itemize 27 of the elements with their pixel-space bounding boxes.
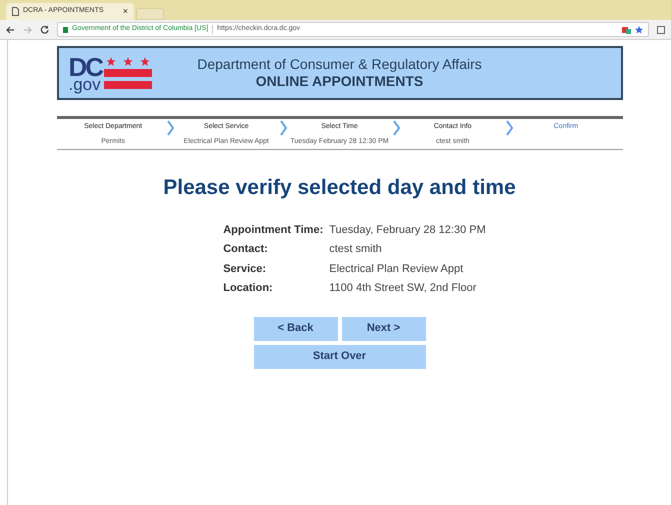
detail-label: Appointment Time: bbox=[223, 222, 324, 238]
menu-icon[interactable] bbox=[657, 26, 665, 34]
chevron-icon bbox=[393, 120, 400, 136]
detail-value: Tuesday, February 28 12:30 PM bbox=[329, 222, 486, 238]
back-button[interactable]: < Back bbox=[254, 316, 338, 340]
back-arrow-icon[interactable] bbox=[6, 26, 15, 34]
detail-value: Electrical Plan Review Appt bbox=[329, 262, 464, 276]
department-title: Department of Consumer & Regulatory Affairs bbox=[197, 56, 482, 73]
start-over-button[interactable]: Start Over bbox=[254, 344, 426, 368]
chevron-icon bbox=[506, 120, 514, 136]
star-icon[interactable] bbox=[635, 26, 643, 34]
detail-label: Location: bbox=[223, 281, 274, 296]
detail-value: 1100 4th Street SW, 2nd Floor bbox=[329, 281, 478, 296]
page-heading: Please verify selected day and time bbox=[163, 175, 516, 201]
chevron-icon bbox=[280, 120, 287, 136]
lock-icon bbox=[63, 26, 68, 32]
detail-value: ctest smith bbox=[329, 242, 383, 257]
close-tab-button[interactable]: × bbox=[122, 4, 128, 18]
page-title: ONLINE APPOINTMENTS bbox=[256, 73, 424, 90]
reload-icon[interactable] bbox=[40, 25, 49, 34]
flag-icon bbox=[104, 56, 152, 90]
chevron-icon bbox=[166, 120, 174, 136]
page-icon bbox=[12, 7, 19, 16]
detail-label: Contact: bbox=[223, 242, 269, 257]
extension-icon[interactable] bbox=[622, 26, 631, 34]
next-button[interactable]: Next > bbox=[342, 316, 426, 340]
detail-label: Service: bbox=[223, 262, 268, 276]
